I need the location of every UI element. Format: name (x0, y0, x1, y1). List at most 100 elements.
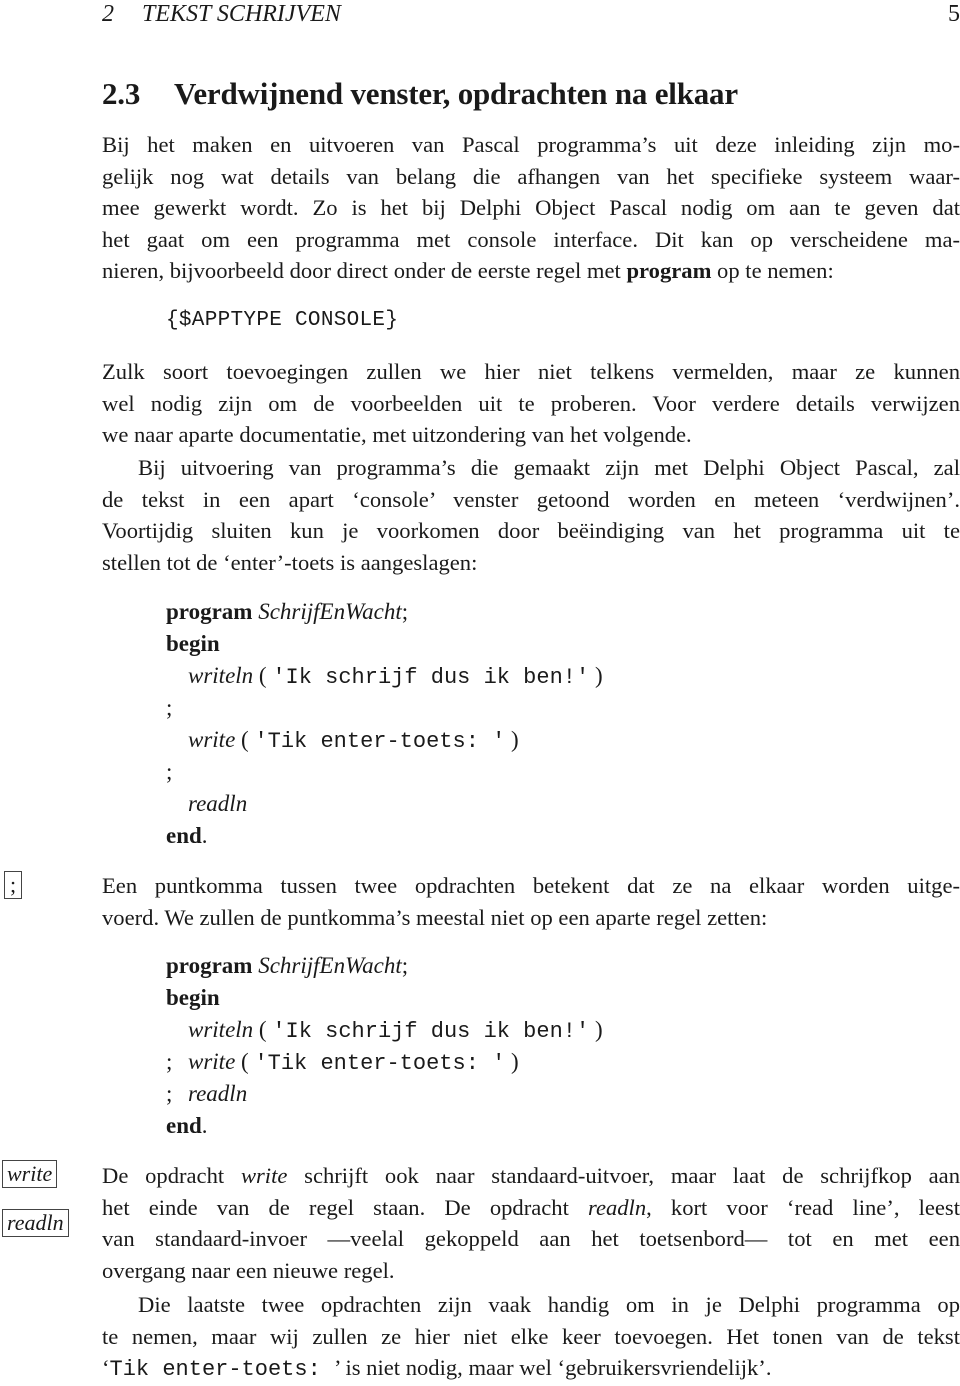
code-punct: . (201, 823, 208, 848)
code-line: end. (166, 1110, 603, 1142)
code-string: 'Ik schrijf dus ik ben!' (272, 1019, 590, 1044)
code-punct: ; (401, 599, 409, 624)
code-keyword: end (166, 1113, 202, 1138)
text-line: Een puntkomma tussen twee opdrachten bet… (102, 873, 960, 898)
text-span: nieren, bijvoorbeeld door direct onder d… (102, 258, 627, 283)
text-line: De opdracht write schrijft ook naar stan… (102, 1160, 960, 1192)
code-string: 'Ik schrijf dus ik ben!' (272, 665, 590, 690)
text-line: de tekst in een apart ‘console’ venster … (102, 486, 960, 512)
code-identifier: writeln (188, 1017, 254, 1042)
code-line: write ( 'Tik enter-toets: ' ) (166, 724, 603, 756)
code-punct: ( (258, 1017, 267, 1042)
code-keyword: begin (166, 631, 220, 656)
text-line: wel nodig zijn om de voorbeelden uit te … (102, 390, 960, 416)
code-punct: ) (594, 663, 603, 688)
code-keyword: begin (166, 985, 220, 1010)
text-span: De opdracht (102, 1163, 241, 1188)
paragraph-write-readln: De opdracht write schrijft ook naar stan… (102, 1160, 960, 1286)
paragraph-closing: Die laatste twee opdrachten zijn vaak ha… (102, 1289, 960, 1386)
code-inline: Tik enter-toets: (109, 1357, 334, 1382)
code-identifier: SchrijfEnWacht (258, 599, 402, 624)
code-line: program SchrijfEnWacht; (166, 950, 603, 982)
text-line: nieren, bijvoorbeeld door direct onder d… (102, 255, 960, 287)
code-punct: ( (258, 663, 267, 688)
code-punct: ; (166, 695, 173, 720)
code-line: begin (166, 982, 603, 1014)
text-line: Voortijdig sluiten kun je voorkomen door… (102, 518, 960, 543)
margin-note-readln: readln (2, 1209, 69, 1237)
compiler-directive: {$APPTYPE CONSOLE} (166, 309, 399, 332)
code-line: writeln ( 'Ik schrijf dus ik ben!' ) (166, 660, 603, 692)
term-write: write (240, 1163, 288, 1188)
code-line: readln (166, 788, 603, 820)
code-line: ; write ( 'Tik enter-toets: ' ) (166, 1046, 603, 1078)
running-head: 2 TEKST SCHRIJVEN 5 (102, 0, 960, 28)
text-line: het gaat om een programma met console in… (102, 226, 960, 252)
text-line: Bij het maken en uitvoeren van Pascal pr… (102, 132, 960, 157)
text-line: van standaard-invoer —veelal gekoppeld a… (102, 1226, 960, 1251)
code-identifier: write (188, 727, 236, 752)
text-span: schrijft ook naar standaard-uitvoer, maa… (287, 1163, 960, 1188)
code-identifier: readln (188, 1081, 248, 1106)
code-punct: ; (166, 1081, 173, 1106)
code-block-2: program SchrijfEnWacht; begin writeln ( … (166, 950, 603, 1142)
code-punct: ; (166, 759, 173, 784)
text-line: overgang naar een nieuwe regel. (102, 1257, 395, 1283)
code-identifier: readln (188, 791, 248, 816)
text-line: stellen tot de ‘enter’-toets is aangesla… (102, 549, 478, 575)
code-punct: ) (511, 1049, 519, 1074)
code-identifier: write (188, 1049, 236, 1074)
text-span: op te nemen: (711, 258, 834, 283)
code-punct: . (201, 1113, 208, 1138)
code-punct: ( (241, 1049, 249, 1074)
paragraph-intro: Bij het maken en uitvoeren van Pascal pr… (102, 129, 960, 287)
chapter-number: 2 (102, 1, 114, 27)
text-line: Die laatste twee opdrachten zijn vaak ha… (138, 1292, 960, 1317)
text-line: mee gewerkt wordt. Zo is het bij Delphi … (102, 195, 960, 220)
chapter-title: TEKST SCHRIJVEN (142, 1, 341, 27)
paragraph-additions: Zulk soort toevoegingen zullen we hier n… (102, 356, 960, 451)
code-punct: ; (166, 1049, 173, 1074)
code-identifier: writeln (188, 663, 254, 688)
keyword-program: program (626, 258, 712, 283)
text-span: ‘ (102, 1355, 110, 1380)
text-line: ‘Tik enter-toets: ’ is niet nodig, maar … (102, 1352, 960, 1386)
term-readln: readln (587, 1194, 647, 1220)
text-line: het einde van de regel staan. De opdrach… (102, 1192, 960, 1224)
code-line: program SchrijfEnWacht; (166, 596, 603, 628)
code-punct: ) (594, 1017, 603, 1042)
margin-note-semicolon: ; (4, 871, 22, 899)
section-number: 2.3 (102, 76, 141, 111)
code-punct: ) (511, 727, 519, 752)
code-line: begin (166, 628, 603, 660)
code-line: end. (166, 820, 603, 852)
code-line: ; readln (166, 1078, 603, 1110)
code-line: writeln ( 'Ik schrijf dus ik ben!' ) (166, 1014, 603, 1046)
text-line: voerd. We zullen de puntkomma’s meestal … (102, 904, 768, 930)
text-line: te nemen, maar wij zullen ze hier niet e… (102, 1323, 960, 1349)
paragraph-semicolon: Een puntkomma tussen twee opdrachten bet… (102, 870, 960, 933)
code-string: 'Tik enter-toets: ' (254, 729, 506, 754)
code-block-1: program SchrijfEnWacht; begin writeln ( … (166, 596, 603, 852)
code-keyword: program (166, 599, 253, 624)
code-string: 'Tik enter-toets: ' (254, 1051, 506, 1076)
page-number: 5 (948, 1, 960, 27)
margin-note-write: write (2, 1160, 58, 1188)
text-line: gelijk nog wat details van belang die af… (102, 163, 960, 189)
code-line: ; (166, 756, 603, 788)
section-title: Verdwijnend venster, opdrachten na elkaa… (174, 76, 738, 111)
text-span: het einde van de regel staan. De opdrach… (102, 1194, 588, 1220)
section-heading: 2.3 Verdwijnend venster, opdrachten na el… (102, 76, 738, 112)
code-keyword: program (166, 953, 253, 978)
code-punct: ( (241, 727, 249, 752)
paragraph-console-window: Bij uitvoering van programma’s die gemaa… (102, 452, 960, 578)
text-span: ’ is niet nodig, maar wel ‘gebruikersvri… (333, 1355, 772, 1380)
text-line: Zulk soort toevoegingen zullen we hier n… (102, 359, 960, 384)
text-line: Bij uitvoering van programma’s die gemaa… (138, 455, 960, 480)
code-punct: ; (401, 953, 409, 978)
text-span: , kort voor ‘read line’, leest (646, 1194, 960, 1220)
code-keyword: end (166, 823, 202, 848)
code-identifier: SchrijfEnWacht (258, 953, 402, 978)
text-line: we naar aparte documentatie, met uitzond… (102, 422, 692, 447)
code-line: ; (166, 692, 603, 724)
